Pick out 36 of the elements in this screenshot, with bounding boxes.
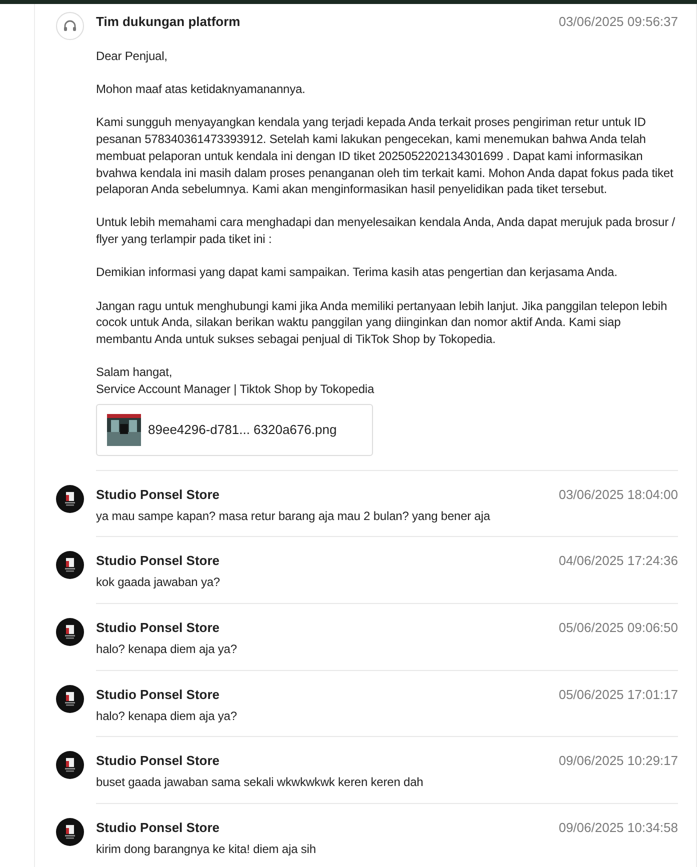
headset-icon [56, 12, 84, 40]
store-logo-avatar [56, 818, 84, 846]
attachment-file[interactable]: 89ee4296-d781... 6320a676.png [96, 404, 373, 456]
message-time: 03/06/2025 18:04:00 [558, 486, 678, 502]
message-text: kirim dong barangnya ke kita! diem aja sih [96, 841, 317, 858]
sender-name: Studio Ponsel Store [96, 686, 220, 702]
message-time: 05/06/2025 09:06:50 [558, 620, 678, 635]
message-text: kok gaada jawaban ya? [96, 574, 221, 591]
message-text: Salam hangat, Service Account Manager | Tiktok Shop by Tokopedia [96, 364, 376, 398]
sender-name: Studio Ponsel Store [96, 753, 220, 768]
message-time: 09/06/2025 10:34:58 [558, 820, 678, 836]
store-logo-avatar [56, 484, 84, 513]
sender-name: Studio Ponsel Store [96, 553, 220, 568]
message-text: ya mau sampe kapan? masa retur barang aja mau 2 bulan? yang bener aja [96, 508, 492, 524]
message-text: Jangan ragu untuk menghubungi kami jika Anda memiliki pertanyaan lebih lanjut. Jika panggilan telepon lebih cocok untuk Anda, silakan berikan waktu panggilan yang diinginkan dan nomor aktif Anda. Kami siap membantu Anda untuk sukses sebagai penjual di TikTok Shop by Tokopedia. [96, 298, 668, 348]
store-logo-avatar [56, 684, 84, 713]
sender-name: Studio Ponsel Store [96, 486, 220, 502]
file-name: 89ee4296-d781... 6320a676.png [148, 422, 337, 438]
message-text: buset gaada jawaban sama sekali wkwkwkwk keren keren dah [96, 774, 424, 792]
message-time: 05/06/2025 17:01:17 [558, 686, 678, 702]
message-text: Untuk lebih memahami cara menghadapi dan menyelesaikan kendala Anda, Anda dapat merujuk pada brosur / flyer yang terlampir pada tiket ini : [96, 214, 676, 248]
message-text: Dear Penjual, [96, 48, 168, 65]
message-time: 03/06/2025 09:56:37 [558, 14, 678, 29]
sender-name: Studio Ponsel Store [96, 620, 220, 635]
sender-name: Studio Ponsel Store [96, 820, 220, 836]
store-logo-avatar [56, 618, 84, 646]
message-text: halo? kenapa diem aja ya? [96, 708, 238, 724]
store-logo-avatar [56, 751, 84, 780]
message-time: 09/06/2025 10:29:17 [558, 753, 678, 768]
message-text: Mohon maaf atas ketidaknyamanannya. [96, 81, 306, 98]
message-text: Demikian informasi yang dapat kami sampaikan. Terima kasih atas pengertian dan kerjasama Anda. [96, 264, 618, 282]
message-text: halo? kenapa diem aja ya? [96, 640, 238, 658]
store-logo-avatar [56, 551, 84, 580]
message-text: Kami sungguh menyayangkan kendala yang terjadi kepada Anda terkait proses pengiriman retur untuk ID pesanan 578340361473393912. Setelah kami lakukan pengecekan, kami menemukan bahwa Anda telah membuat pelaporan untuk kendala ini dengan ID tiket 2025052202134301699 . Dapat kami informasikan bvahwa kendala ini masih dalam proses penanganan oleh tim terkait kami. Mohon Anda dapat fokus pada tiket pelaporan Anda sebelumnya. Kami akan menginformasikan hasil penyelidikan pada tiket tersebut. [96, 114, 674, 198]
message-time: 04/06/2025 17:24:36 [558, 553, 678, 568]
sender-name: Tim dukungan platform [96, 14, 240, 29]
